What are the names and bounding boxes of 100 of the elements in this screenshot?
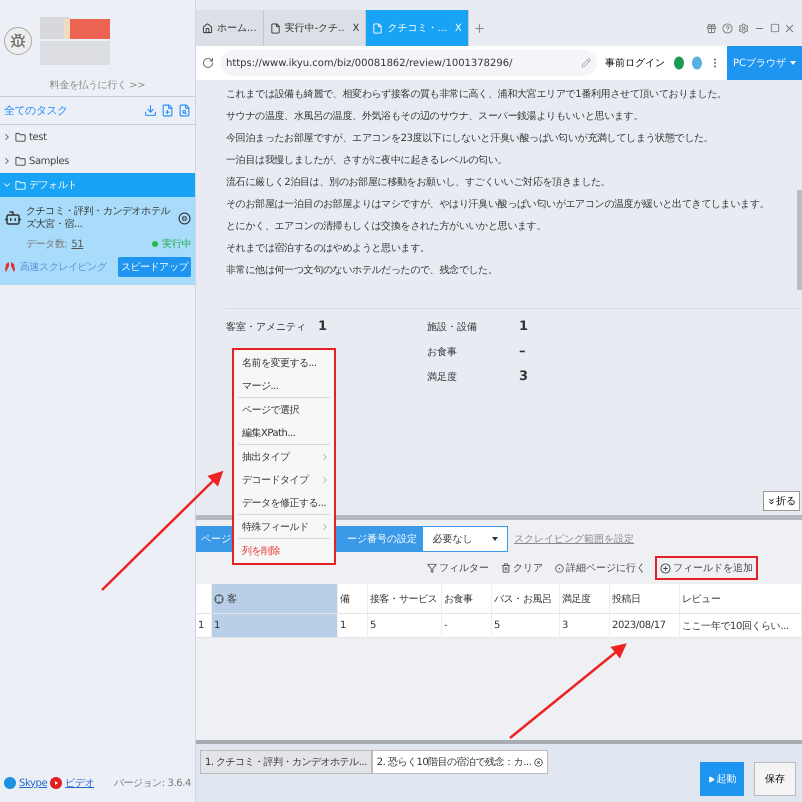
- caret-icon: [790, 61, 796, 65]
- task-tab[interactable]: 2. 恐らく10階目の宿泊で残念：カ...: [372, 750, 548, 774]
- page-number-select[interactable]: 必要なし: [422, 526, 508, 552]
- clear-button[interactable]: クリア: [498, 556, 546, 580]
- review-line: 流石に厳しく2泊目は、別のお部屋に移動をお願いし、すごくいいご対応を頂きました。: [226, 176, 612, 190]
- menu-item[interactable]: ページで選択: [238, 398, 330, 421]
- rating-value: –: [519, 344, 526, 359]
- column-header[interactable]: お食事: [442, 584, 492, 614]
- table-cell: ここ一年で10回くらい...: [680, 614, 802, 638]
- table-cell: 5: [368, 614, 442, 638]
- menu-item[interactable]: マージ...: [238, 374, 330, 397]
- review-line: 非常に他は何一つ文句のないホテルだったので、残念でした。: [226, 264, 499, 278]
- settings-icon[interactable]: [738, 22, 749, 34]
- review-line: そのお部屋は一泊目のお部屋よりはマシですが、やはり汗臭い酸っぱい匂いがエアコンの温度が緩いと出てきてしまいます。: [226, 198, 770, 212]
- home-icon: [202, 22, 213, 34]
- trash-icon: [501, 563, 511, 573]
- task-name: クチコミ・評判・カンデオホテルズ大宮・宿...: [26, 205, 172, 231]
- column-header[interactable]: レビュー: [680, 584, 802, 614]
- review-line: とにかく、エアコンの清掃もしくは交換をされた方がいいかと思います。: [226, 220, 548, 234]
- status-dot-icon: [152, 241, 158, 247]
- column-header[interactable]: 投稿日: [610, 584, 680, 614]
- all-tasks-title: 全てのタスク: [4, 103, 68, 118]
- tab-close[interactable]: X: [352, 22, 360, 34]
- data-count-label: データ数:: [26, 238, 68, 251]
- menu-item[interactable]: 抽出タイプ: [238, 445, 330, 468]
- data-count[interactable]: 51: [71, 238, 84, 250]
- filter-icon: [427, 563, 437, 573]
- search-file-icon[interactable]: [178, 104, 191, 117]
- page-icon: [270, 22, 281, 34]
- play-icon: [708, 776, 714, 782]
- rating-value: 1: [318, 319, 328, 334]
- folder-icon: [15, 132, 26, 142]
- column-header[interactable]: 備: [338, 584, 368, 614]
- chevrons-down-icon: [767, 496, 776, 506]
- table-cell: 1: [212, 614, 338, 638]
- reload-icon[interactable]: [202, 57, 214, 69]
- task-card[interactable]: クチコミ・評判・カンデオホテルズ大宮・宿... データ数: 51 実行中 高速スクレイピング スピードアップ: [0, 197, 195, 285]
- save-button[interactable]: 保存: [754, 762, 796, 796]
- download-icon[interactable]: [144, 104, 157, 117]
- menu-item[interactable]: 列を削除: [238, 539, 330, 562]
- review-line: 今回泊まったお部屋ですが、エアコンを23度以下にしないと汗臭い酸っぱい匂いが充満してしまう状態でした。: [226, 132, 714, 146]
- collapse-button[interactable]: 折る: [763, 491, 800, 511]
- lungs-icon: [4, 261, 16, 273]
- menu-item[interactable]: データを修正する...: [238, 491, 330, 514]
- rating-label: お食事: [427, 346, 458, 358]
- review-line: サウナの温度、水風呂の温度、外気浴もその辺のサウナ、スーパー銭湯よりもいいと思います。: [226, 110, 644, 124]
- table-cell: 1: [338, 614, 368, 638]
- close-icon[interactable]: [534, 758, 544, 766]
- plus-circle-icon: [660, 562, 671, 574]
- table-cell: 5: [492, 614, 560, 638]
- help-icon[interactable]: [722, 22, 733, 34]
- skype-link[interactable]: Skype: [19, 778, 48, 788]
- video-icon: [50, 777, 62, 789]
- column-header[interactable]: 接客・サービス: [368, 584, 442, 614]
- add-file-icon[interactable]: [161, 104, 174, 117]
- stop-icon[interactable]: [178, 212, 191, 224]
- gift-icon[interactable]: [706, 22, 717, 34]
- pencil-icon[interactable]: [580, 58, 591, 68]
- menu-item[interactable]: デコードタイプ: [238, 468, 330, 491]
- row-number: 1: [196, 614, 212, 638]
- new-tab-icon[interactable]: [472, 22, 486, 34]
- table-cell: 3: [560, 614, 610, 638]
- status-text: 実行中: [162, 238, 191, 251]
- version-text: バージョン: 3.6.4: [114, 777, 191, 790]
- scrollbar-thumb[interactable]: [797, 190, 802, 290]
- menu-item[interactable]: 特殊フィールド: [238, 515, 330, 538]
- folder-item[interactable]: test: [0, 125, 195, 149]
- review-line: それまでは宿泊するのはやめようと思います。: [226, 242, 431, 256]
- folder-icon: [15, 156, 26, 166]
- add-field-button[interactable]: フィールドを追加: [655, 556, 758, 580]
- video-link[interactable]: ビデオ: [65, 776, 94, 790]
- menu-item[interactable]: 名前を変更する...: [238, 351, 330, 374]
- target-icon: [555, 564, 564, 572]
- rating-value: 1: [519, 319, 528, 334]
- browser-tab[interactable]: ホーム...: [196, 10, 264, 46]
- review-line: 一泊目は我慢しましたが、さすがに夜中に起きるレベルの匂い。: [226, 154, 508, 168]
- column-header[interactable]: 満足度: [560, 584, 610, 614]
- table-cell: 2023/08/17: [610, 614, 680, 638]
- folder-item[interactable]: Samples: [0, 149, 195, 173]
- fast-scraping-label: 高速スクレイピング: [20, 260, 106, 274]
- table-cell: -: [442, 614, 492, 638]
- menu-item[interactable]: 編集XPath...: [238, 421, 330, 444]
- filter-button[interactable]: フィルター: [424, 556, 492, 580]
- dropdown-icon: [492, 537, 498, 541]
- rating-label: 満足度: [427, 370, 458, 384]
- review-line: これまでは設備も綺麗で、相変わらず接客の質も非常に高く、浦和大宮エリアで1番利用させて頂いておりました。: [226, 88, 728, 102]
- detail-page-button[interactable]: 詳細ページに行く: [552, 556, 649, 580]
- rating-value: 3: [519, 369, 528, 384]
- folder-icon: [15, 180, 26, 190]
- page-icon: [372, 22, 384, 34]
- rating-label: 施設・設備: [427, 320, 478, 334]
- blurred-profile-drawing: [40, 17, 110, 65]
- maximize-icon[interactable]: [770, 23, 780, 33]
- url-field[interactable]: https://www.ikyu.com/biz/00081862/review/1001378296/: [220, 50, 597, 76]
- browser-tab[interactable]: 実行中-クチ.. X: [264, 10, 366, 46]
- column-header[interactable]: 客: [212, 584, 338, 614]
- task-tab[interactable]: 1. クチコミ・評判・カンデオホテル...: [200, 750, 372, 774]
- column-header[interactable]: バス・お風呂: [492, 584, 560, 614]
- robot-icon: [4, 209, 22, 227]
- crosshair-icon[interactable]: [214, 594, 224, 604]
